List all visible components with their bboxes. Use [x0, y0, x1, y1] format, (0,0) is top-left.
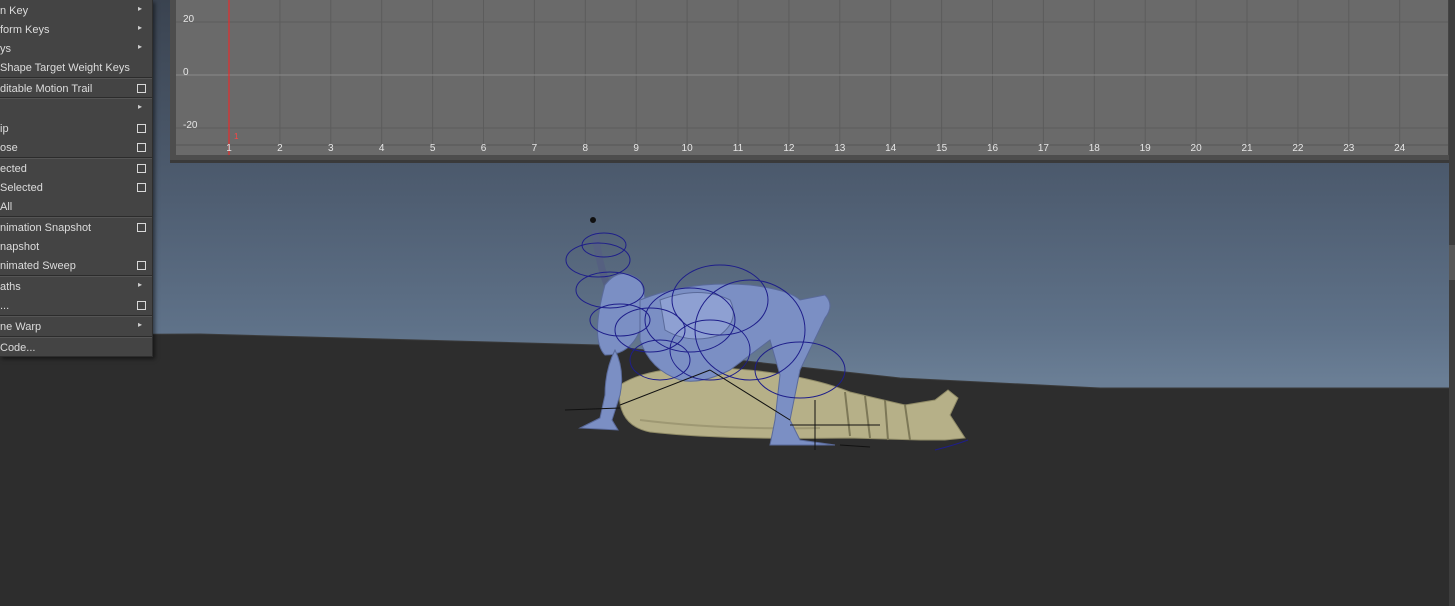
- menu-item[interactable]: nimated Sweep: [0, 257, 152, 276]
- frame-label: 11: [732, 143, 744, 154]
- submenu-arrow-icon: ▸: [137, 23, 142, 32]
- menu-item[interactable]: form Keys ▸: [0, 21, 152, 40]
- vertical-scrollbar[interactable]: [1449, 0, 1455, 606]
- option-box-icon[interactable]: [137, 143, 146, 152]
- option-box-icon[interactable]: [137, 223, 146, 232]
- option-box-icon[interactable]: [137, 183, 146, 192]
- menu-item-label: napshot: [0, 241, 40, 253]
- menu-item[interactable]: Code...: [0, 339, 152, 358]
- menu-item-label: aths: [0, 281, 21, 293]
- menu-item[interactable]: ose: [0, 139, 152, 158]
- frame-label: 4: [378, 143, 385, 154]
- menu-item[interactable]: n Key ▸: [0, 2, 152, 21]
- menu-item[interactable]: All: [0, 198, 152, 217]
- frame-label: 3: [328, 143, 334, 154]
- submenu-arrow-icon: ▸: [137, 280, 142, 289]
- menu-item-label: Shape Target Weight Keys: [0, 62, 130, 74]
- option-box-icon[interactable]: [137, 261, 146, 270]
- frame-label: 7: [531, 143, 538, 154]
- menu-item-label: ected: [0, 163, 27, 175]
- frame-label: 12: [783, 143, 795, 154]
- menu-item[interactable]: Selected: [0, 179, 152, 198]
- frame-label: 5: [429, 143, 436, 154]
- menu-item[interactable]: ne Warp ▸: [0, 318, 152, 337]
- frame-label: 1: [226, 143, 232, 154]
- submenu-arrow-icon: ▸: [137, 102, 142, 111]
- submenu-arrow-icon: ▸: [137, 4, 142, 13]
- frame-label: 15: [936, 143, 948, 154]
- option-box-icon[interactable]: [137, 301, 146, 310]
- menu-item-label: nimated Sweep: [0, 260, 76, 272]
- menu-item-label: All: [0, 201, 13, 213]
- menu-item[interactable]: ected: [0, 160, 152, 179]
- menu-item-label: ip: [0, 123, 9, 135]
- frame-label: 16: [986, 143, 999, 154]
- menu-item-label: nimation Snapshot: [0, 222, 92, 234]
- menu-item[interactable]: Shape Target Weight Keys: [0, 59, 152, 78]
- menu-item[interactable]: nimation Snapshot: [0, 219, 152, 238]
- option-box-icon[interactable]: [137, 164, 146, 173]
- menu-item-label: ...: [0, 300, 10, 312]
- frame-label: 18: [1088, 143, 1100, 154]
- menu-item-label: form Keys: [0, 24, 50, 36]
- frame-label: 10: [681, 143, 693, 154]
- menu-item[interactable]: ditable Motion Trail: [0, 80, 152, 99]
- menu-item[interactable]: ip: [0, 120, 152, 139]
- frame-label: 9: [633, 143, 639, 154]
- frame-label: 24: [1394, 143, 1406, 154]
- frame-label: 20: [1190, 143, 1202, 154]
- menu-item-label: ys: [0, 43, 11, 55]
- submenu-arrow-icon: ▸: [137, 320, 142, 329]
- graph-editor-panel: 20 0 -20 1 1 2 3 4 5 6 7 8 9 10 11 12 13 14 15 16 17 18 19…: [170, 0, 1455, 163]
- graph-editor-canvas[interactable]: 20 0 -20 1 1 2 3 4 5 6 7 8 9 10 11 12 13 14 15 16 17 18 19…: [176, 0, 1449, 155]
- graph-grid: [176, 0, 1448, 155]
- menu-item-label: ne Warp: [0, 321, 42, 333]
- option-box-icon[interactable]: [137, 84, 146, 93]
- frame-label: 17: [1037, 143, 1049, 154]
- scrollbar-thumb[interactable]: [1449, 245, 1455, 280]
- frame-label: 23: [1343, 143, 1355, 154]
- frame-label: 19: [1139, 143, 1151, 154]
- frame-label: 13: [834, 143, 846, 154]
- frame-label: 14: [885, 143, 897, 154]
- menu-item-label: ose: [0, 142, 18, 154]
- menu-item[interactable]: napshot: [0, 238, 152, 257]
- submenu-arrow-icon: ▸: [137, 42, 142, 51]
- frame-label: 6: [480, 143, 487, 154]
- frame-label: 22: [1292, 143, 1304, 154]
- frame-label: 2: [277, 143, 283, 154]
- y-axis-label-neg20: -20: [183, 120, 198, 131]
- current-frame-marker: 1: [234, 132, 239, 141]
- menu-item[interactable]: ys ▸: [0, 40, 152, 59]
- animate-menu-dropdown: n Key ▸ form Keys ▸ ys ▸ Shape Target Weight K…: [0, 0, 153, 357]
- menu-item[interactable]: aths ▸: [0, 278, 152, 297]
- option-box-icon[interactable]: [137, 124, 146, 133]
- frame-label: 21: [1241, 143, 1253, 154]
- y-axis-label-0: 0: [183, 67, 189, 78]
- frame-label: 8: [582, 143, 589, 154]
- menu-item[interactable]: ...: [0, 297, 152, 316]
- y-axis-label-20: 20: [183, 14, 195, 25]
- menu-item-label: n Key: [0, 5, 29, 17]
- menu-item-label: ditable Motion Trail: [0, 83, 93, 95]
- menu-item[interactable]: ▸: [0, 100, 152, 119]
- menu-item-label: Selected: [0, 182, 43, 194]
- menu-item-label: Code...: [0, 342, 36, 354]
